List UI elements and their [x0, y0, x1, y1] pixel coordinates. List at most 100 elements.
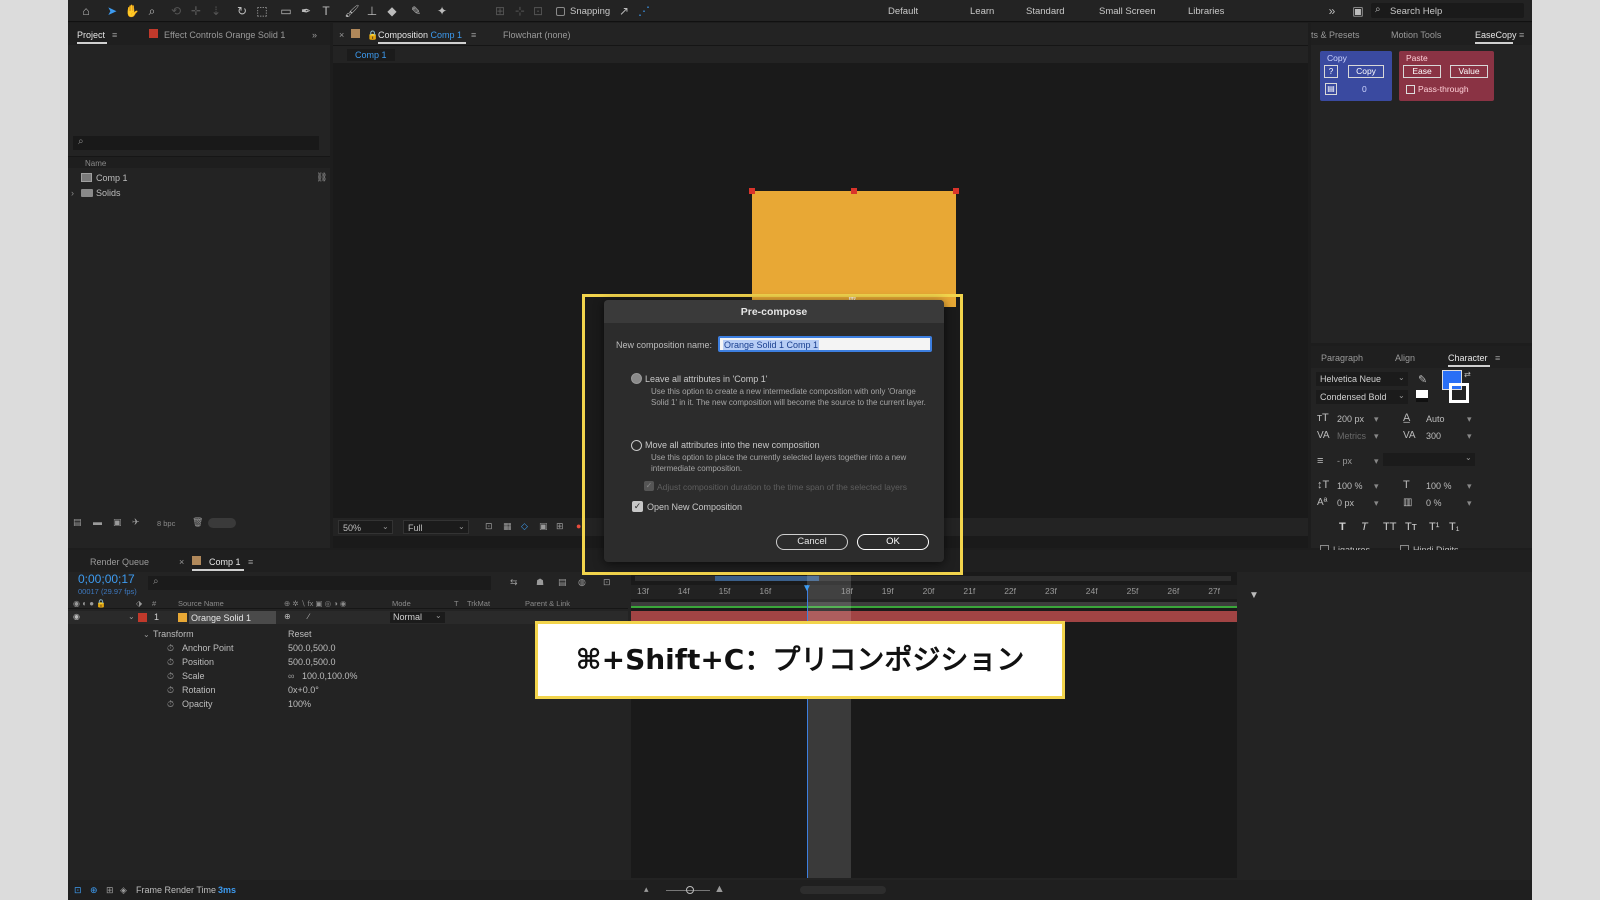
tab-motion-tools[interactable]: Motion Tools	[1391, 30, 1441, 40]
region-of-interest-icon[interactable]: ▣	[539, 521, 548, 532]
open-new-comp-checkbox[interactable]: ✓	[632, 501, 643, 512]
small-caps-button[interactable]: Tт	[1405, 521, 1417, 533]
cancel-button[interactable]: Cancel	[776, 534, 848, 550]
project-search-input[interactable]: ⌕	[73, 136, 319, 150]
font-size-value[interactable]: 200 px	[1337, 414, 1364, 424]
list-item[interactable]: Comp 1 ⛓	[68, 171, 330, 185]
copy-button[interactable]: Copy	[1348, 65, 1384, 78]
tsume-value[interactable]: 0 %	[1426, 498, 1442, 508]
axis-mode-icon[interactable]: ⊞	[492, 3, 508, 19]
tab-timeline-comp[interactable]: Comp 1	[209, 557, 241, 567]
ok-button[interactable]: OK	[857, 534, 929, 550]
render-icon[interactable]: ✈	[132, 517, 140, 528]
layer-name-cell[interactable]: Orange Solid 1	[189, 611, 276, 624]
snapping-checkbox[interactable]	[556, 6, 565, 17]
tab-effects-presets[interactable]: ts & Presets	[1311, 30, 1360, 40]
open-new-comp-label[interactable]: Open New Composition	[647, 502, 742, 512]
frame-blending-icon[interactable]: ▤	[558, 577, 567, 588]
orange-solid-layer[interactable]: ⊕	[749, 188, 959, 307]
prop-value[interactable]: 0x+0.0°	[288, 685, 319, 695]
chevron-down-icon[interactable]: ⌄	[128, 612, 135, 621]
prop-value[interactable]: 100.0,100.0%	[302, 671, 358, 681]
clipboard-icon[interactable]: ▤	[1325, 83, 1337, 95]
copy-help-button[interactable]: ?	[1324, 65, 1338, 78]
roto-brush-icon[interactable]: ✎	[408, 3, 424, 19]
type-tool-icon[interactable]: T	[318, 3, 334, 19]
chevron-down-icon[interactable]: ▾	[1374, 431, 1379, 442]
pan-camera-icon[interactable]: ✛	[188, 3, 204, 19]
workspace-learn[interactable]: Learn	[970, 6, 994, 17]
orbit-camera-icon[interactable]: ⟲	[168, 3, 184, 19]
transform-handle[interactable]	[953, 188, 959, 194]
prop-value[interactable]: 100%	[288, 699, 311, 709]
stopwatch-icon[interactable]: ⏱	[167, 685, 174, 696]
vertical-scale-value[interactable]: 100 %	[1337, 481, 1363, 491]
swap-colors-icon[interactable]: ⇄	[1464, 370, 1471, 379]
anchor-tool-icon[interactable]: ⬚	[254, 3, 270, 19]
easecopy-menu-icon[interactable]: ≡	[1519, 30, 1524, 40]
horizontal-scale-value[interactable]: 100 %	[1426, 481, 1452, 491]
faux-italic-button[interactable]: T	[1361, 521, 1368, 533]
chevron-down-icon[interactable]: ▾	[1374, 414, 1379, 425]
zoom-out-icon[interactable]: ▴	[644, 884, 649, 895]
work-area-bar[interactable]	[635, 576, 1231, 581]
option-leave-radio[interactable]	[631, 373, 642, 384]
option-leave-label[interactable]: Leave all attributes in 'Comp 1'	[645, 374, 768, 384]
zoom-slider-handle[interactable]	[686, 886, 694, 894]
tab-project[interactable]: Project	[77, 30, 105, 40]
color-channel-icon[interactable]: ●	[576, 521, 581, 531]
constrain-proportions-icon[interactable]: ∞	[288, 671, 294, 681]
rectangle-tool-icon[interactable]: ▭	[278, 3, 294, 19]
search-help-field[interactable]: ⌕ Search Help	[1371, 3, 1524, 18]
subscript-button[interactable]: T₁	[1449, 521, 1459, 533]
eraser-tool-icon[interactable]: ◆	[384, 3, 400, 19]
workspace-default[interactable]: Default	[888, 6, 918, 17]
white-swatch[interactable]	[1416, 390, 1428, 398]
bpc-label[interactable]: 8 bpc	[157, 519, 175, 528]
dolly-camera-icon[interactable]: ⇣	[208, 3, 224, 19]
all-caps-button[interactable]: TT	[1383, 521, 1396, 533]
shy-layers-icon[interactable]: ☗	[536, 577, 544, 588]
timeline-search-input[interactable]: ⌕	[148, 576, 491, 590]
collapse-switch-icon[interactable]: ⊕	[284, 612, 291, 621]
stopwatch-icon[interactable]: ⏱	[167, 643, 174, 654]
transform-handle[interactable]	[749, 188, 755, 194]
project-menu-icon[interactable]: ≡	[112, 30, 117, 40]
rotate-tool-icon[interactable]: ↻	[234, 3, 250, 19]
timecode[interactable]: 0;00;00;17	[78, 572, 135, 586]
paste-ease-button[interactable]: Ease	[1403, 65, 1441, 78]
workspace-small-screen[interactable]: Small Screen	[1099, 6, 1156, 17]
trash-icon[interactable]: 🗑	[192, 517, 203, 528]
zoom-dropdown[interactable]: 50% ⌄	[338, 520, 393, 534]
timeline-menu-icon[interactable]: ≡	[248, 557, 253, 567]
world-axis-icon[interactable]: ⊹	[512, 3, 528, 19]
brush-tool-icon[interactable]: 🖌	[344, 3, 360, 19]
label-color-icon[interactable]	[138, 613, 147, 622]
stroke-style-dropdown[interactable]: ⌄	[1383, 453, 1475, 466]
workspace-libraries[interactable]: Libraries	[1188, 6, 1224, 17]
kerning-value[interactable]: Metrics	[1337, 431, 1366, 441]
timeline-scrollbar[interactable]	[800, 886, 886, 894]
zoom-in-icon[interactable]: ▲	[714, 883, 725, 895]
character-menu-icon[interactable]: ≡	[1495, 353, 1500, 363]
thumbnail-slider[interactable]	[208, 518, 236, 528]
motion-blur-icon[interactable]: ◍	[578, 577, 586, 588]
puppet-pin-icon[interactable]: ✦	[434, 3, 450, 19]
stroke-width-value[interactable]: - px	[1337, 456, 1352, 466]
work-area-range[interactable]	[715, 576, 819, 581]
leading-value[interactable]: Auto	[1426, 414, 1445, 424]
mask-visibility-icon[interactable]: ◇	[521, 521, 528, 532]
visibility-eye-icon[interactable]: ◉	[73, 612, 80, 621]
home-icon[interactable]: ⌂	[78, 3, 94, 19]
clone-stamp-icon[interactable]: ⊥	[364, 3, 380, 19]
tab-flowchart[interactable]: Flowchart (none)	[503, 30, 571, 40]
close-tab-icon[interactable]: ×	[339, 30, 344, 40]
snap-grid-icon[interactable]: ⋰	[636, 3, 652, 19]
font-family-dropdown[interactable]: Helvetica Neue ⌄	[1316, 372, 1408, 386]
tab-composition[interactable]: Composition Comp 1	[378, 30, 462, 40]
guides-icon[interactable]: ⊞	[556, 521, 564, 532]
selection-tool-icon[interactable]: ➤	[104, 3, 120, 19]
stopwatch-icon[interactable]: ⏱	[167, 657, 174, 668]
prop-value[interactable]: 500.0,500.0	[288, 657, 336, 667]
blend-mode-dropdown[interactable]: Normal ⌄	[390, 611, 445, 623]
